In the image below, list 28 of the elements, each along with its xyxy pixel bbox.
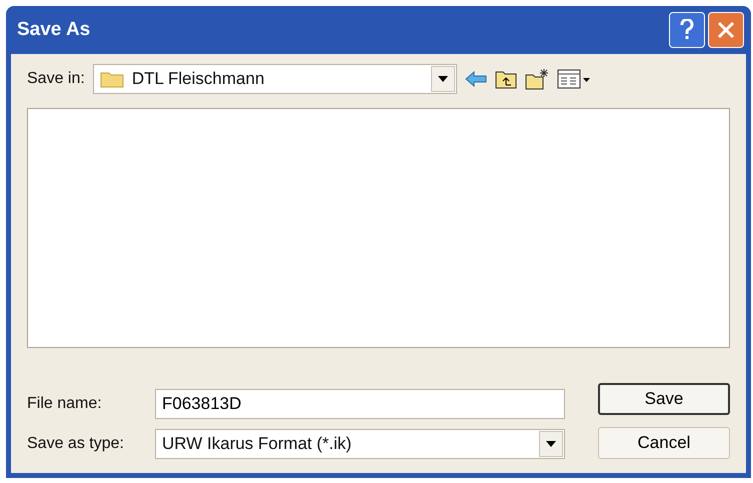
window-title: Save As <box>17 19 90 41</box>
folder-icon <box>100 70 124 88</box>
dropdown-button[interactable] <box>430 66 455 92</box>
dropdown-button[interactable] <box>539 431 563 457</box>
view-menu-button[interactable] <box>556 69 591 89</box>
save-as-type-label: Save as type: <box>27 435 125 453</box>
view-menu-icon <box>556 69 591 89</box>
save-in-value: DTL Fleischmann <box>132 69 266 89</box>
cancel-button[interactable]: Cancel <box>598 427 730 459</box>
save-as-type-dropdown[interactable]: URW Ikarus Format (*.ik) <box>155 429 565 459</box>
help-button[interactable] <box>669 12 705 48</box>
file-name-label: File name: <box>27 395 103 413</box>
save-in-label: Save in: <box>27 70 85 88</box>
new-folder-button[interactable] <box>524 68 549 90</box>
file-name-field[interactable]: F063813D <box>155 389 565 419</box>
up-folder-button[interactable] <box>494 69 517 89</box>
help-icon <box>680 19 694 41</box>
dropdown-arrow-icon <box>546 441 556 447</box>
back-arrow-icon <box>464 71 487 87</box>
back-button[interactable] <box>464 71 487 87</box>
save-button[interactable]: Save <box>598 383 730 415</box>
save-in-dropdown[interactable]: DTL Fleischmann <box>92 64 457 94</box>
close-button[interactable] <box>708 12 744 48</box>
new-folder-icon <box>524 68 549 90</box>
dropdown-arrow-icon <box>438 76 448 82</box>
up-folder-icon <box>494 69 517 89</box>
save-as-type-value: URW Ikarus Format (*.ik) <box>162 434 353 454</box>
close-icon <box>717 21 735 39</box>
